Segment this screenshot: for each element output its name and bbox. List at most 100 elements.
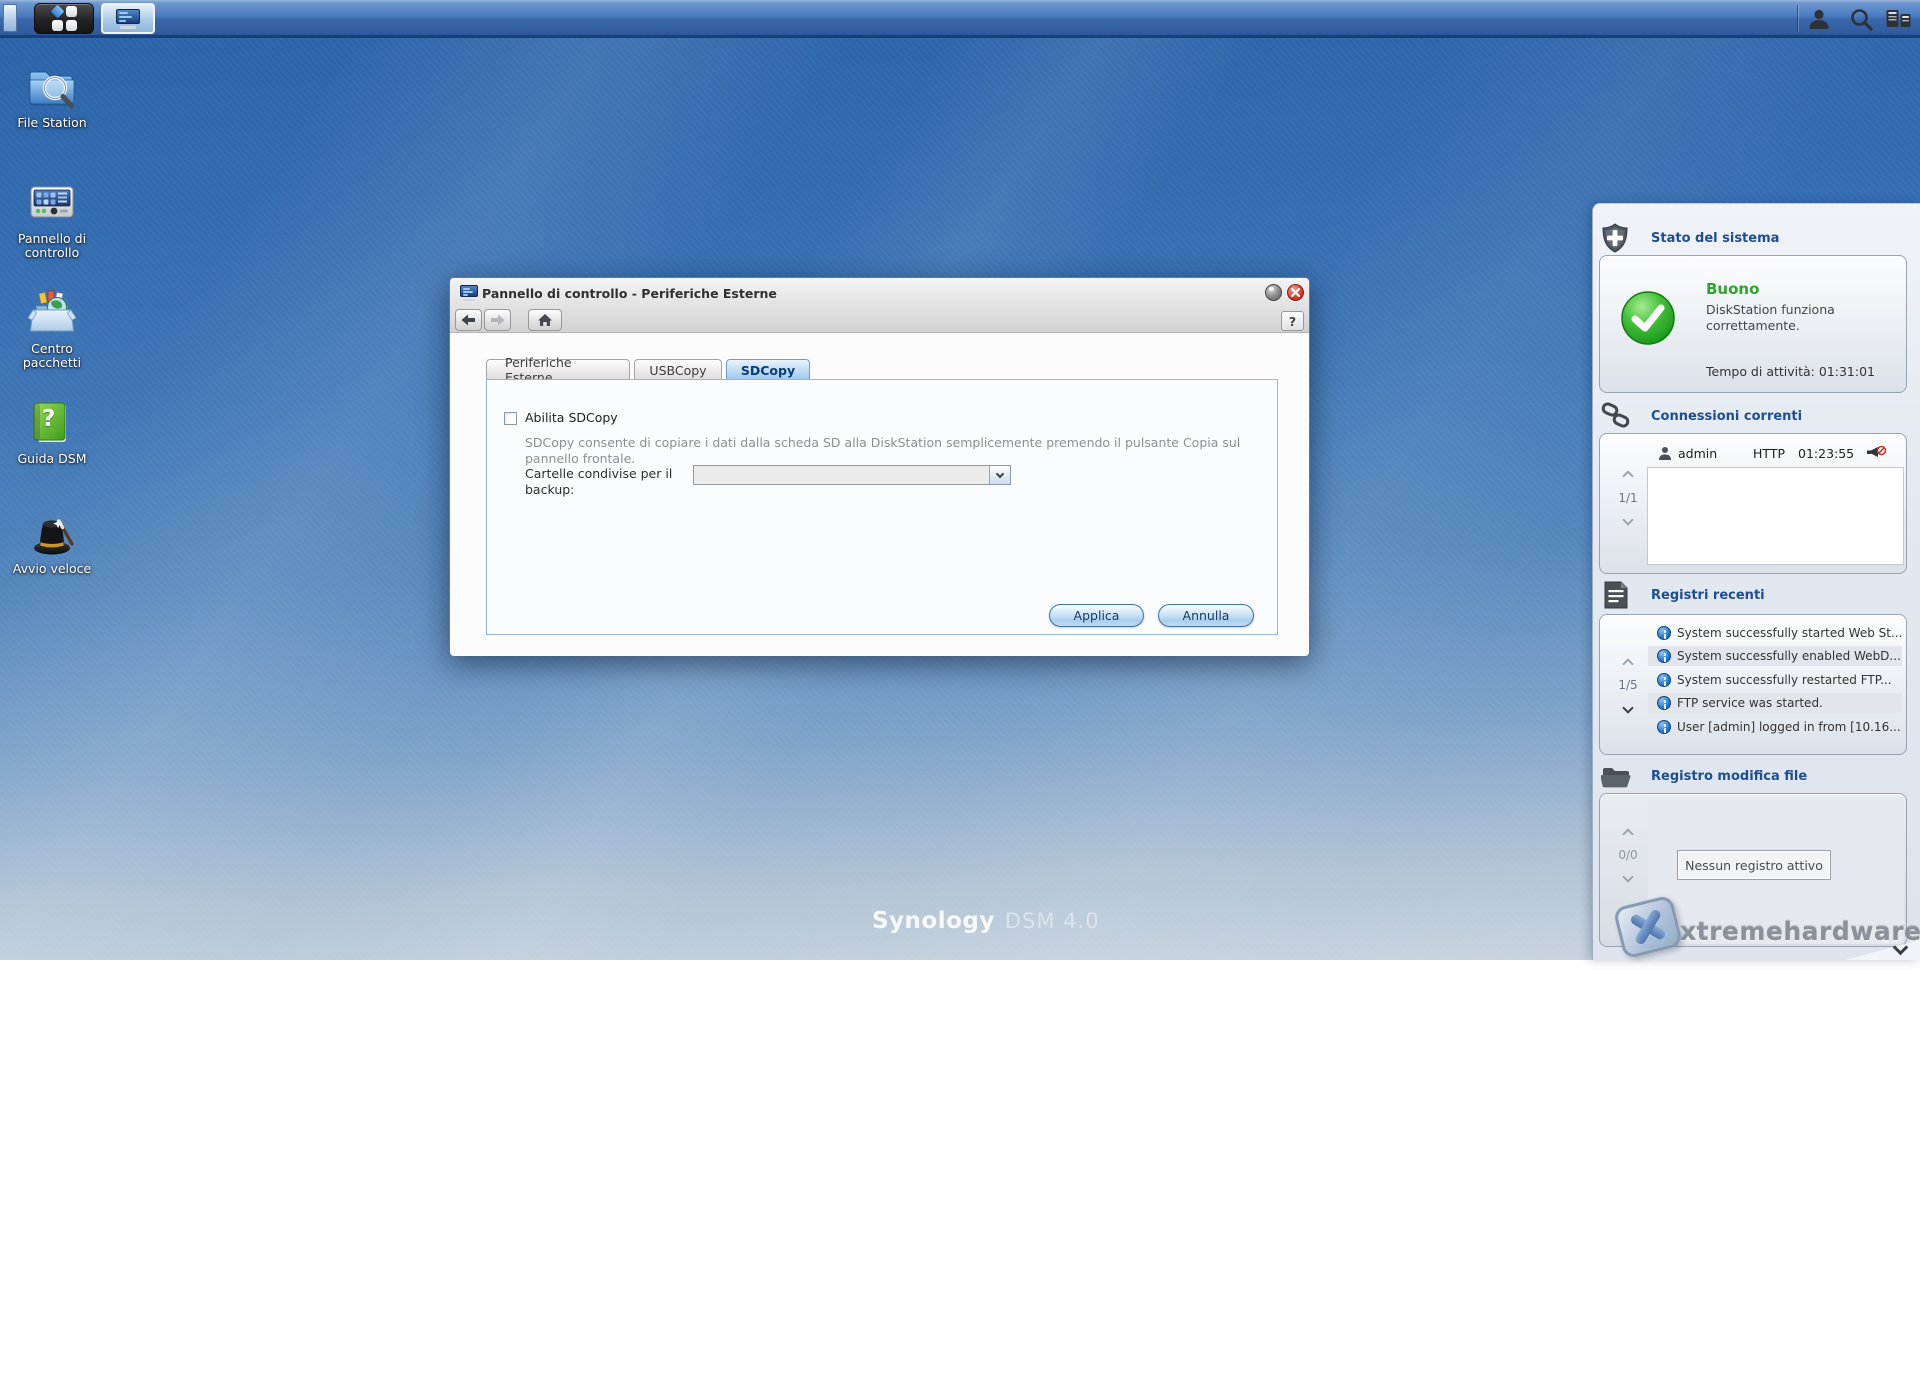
- file-station-icon: [27, 62, 77, 112]
- user-menu-button[interactable]: [1805, 6, 1833, 32]
- file-log-page-up[interactable]: [1610, 827, 1646, 841]
- log-row[interactable]: System successfully enabled WebD...: [1648, 646, 1902, 666]
- connection-protocol: HTTP: [1753, 446, 1785, 461]
- desktop-icon-quick-start[interactable]: Avvio veloce: [0, 508, 104, 576]
- dialog-title: Pannello di controllo - Periferiche Este…: [482, 286, 777, 301]
- file-change-log-header: Registro modifica file: [1601, 763, 1807, 789]
- pilot-view-button[interactable]: [1884, 6, 1912, 32]
- kick-connection-icon[interactable]: [1865, 445, 1887, 462]
- panel-collapse-button[interactable]: [1895, 941, 1906, 956]
- dropdown-arrow-button[interactable]: [989, 466, 1010, 484]
- log-document-icon: [1603, 580, 1629, 610]
- desktop-icon-package-center[interactable]: Centro pacchetti: [0, 288, 104, 370]
- link-icon: [1601, 402, 1631, 430]
- connections-page-down[interactable]: [1610, 513, 1646, 527]
- recent-logs-card: System successfully started Web St... Sy…: [1599, 614, 1907, 755]
- backup-folder-dropdown[interactable]: [693, 465, 1011, 485]
- close-button[interactable]: [1287, 284, 1304, 301]
- status-ok-icon: [1620, 290, 1676, 346]
- desktop-icon-control-panel[interactable]: Pannello di controllo: [0, 178, 104, 260]
- home-button[interactable]: [528, 309, 562, 331]
- log-row[interactable]: User [admin] logged in from [10.16...: [1648, 717, 1902, 737]
- taskbar: [0, 0, 1920, 38]
- log-row[interactable]: System successfully started Web St...: [1648, 623, 1902, 643]
- chevron-down-icon: [996, 469, 1004, 477]
- desktop-icon-label: Guida DSM: [6, 452, 98, 466]
- desktop-icon-dsm-help[interactable]: ? Guida DSM: [0, 398, 104, 466]
- connections-header: Connessioni correnti: [1601, 402, 1802, 430]
- dialog-title-bar[interactable]: Pannello di controllo - Periferiche Este…: [450, 278, 1309, 333]
- back-icon: [461, 314, 476, 326]
- log-text: System successfully restarted FTP...: [1677, 673, 1892, 687]
- apply-button[interactable]: Applica: [1049, 604, 1144, 627]
- package-center-icon: [27, 288, 77, 338]
- taskbar-divider: [1797, 5, 1798, 32]
- search-button[interactable]: [1847, 6, 1875, 32]
- search-icon: [1849, 7, 1874, 32]
- panel-corner-wedge: [1845, 940, 1920, 960]
- dialog-content: Periferiche Esterne USBCopy SDCopy Abili…: [450, 334, 1309, 656]
- log-text: User [admin] logged in from [10.16...: [1677, 720, 1901, 734]
- user-icon: [1658, 446, 1672, 461]
- dsm-help-icon: ?: [27, 398, 77, 448]
- back-button[interactable]: [455, 309, 482, 331]
- sdcopy-panel: Abilita SDCopy SDCopy consente di copiar…: [486, 379, 1278, 635]
- connections-card: admin HTTP 01:23:55 1/1: [1599, 433, 1907, 574]
- widget-panel: Stato del sistema Buono DiskStation funz…: [1592, 203, 1920, 960]
- info-icon: [1657, 696, 1671, 710]
- forward-icon: [490, 314, 505, 326]
- cancel-button[interactable]: Annulla: [1158, 604, 1254, 627]
- logs-page-up[interactable]: [1610, 657, 1646, 671]
- pin-button[interactable]: [1265, 284, 1282, 301]
- recent-logs-header: Registri recenti: [1603, 580, 1765, 610]
- tab-bar: Periferiche Esterne USBCopy SDCopy: [486, 358, 814, 380]
- widget-title: Registro modifica file: [1651, 769, 1807, 784]
- chevron-down-icon: [1893, 940, 1909, 956]
- tab-usbcopy[interactable]: USBCopy: [634, 359, 722, 380]
- chevron-up-icon: [1622, 658, 1633, 669]
- connections-page-up[interactable]: [1610, 469, 1646, 483]
- connections-pager-label: 1/1: [1610, 491, 1646, 505]
- chevron-down-icon: [1622, 514, 1633, 525]
- chevron-down-icon: [1622, 871, 1633, 882]
- forward-button[interactable]: [484, 309, 511, 331]
- desktop-icon-label: Centro pacchetti: [6, 342, 98, 370]
- close-icon: [1291, 288, 1300, 297]
- main-menu-icon: [52, 6, 77, 31]
- desktop-icon-label: Avvio veloce: [6, 562, 98, 576]
- log-row[interactable]: FTP service was started.: [1648, 693, 1902, 713]
- file-log-pager-label: 0/0: [1610, 848, 1646, 862]
- system-status-card: Buono DiskStation funziona correttamente…: [1599, 255, 1907, 393]
- help-button[interactable]: ?: [1281, 311, 1304, 331]
- desktop-icon-label: Pannello di controllo: [6, 232, 98, 260]
- logs-page-down[interactable]: [1610, 701, 1646, 715]
- logs-pager-label: 1/5: [1610, 678, 1646, 692]
- backup-folder-label: Cartelle condivise per il backup:: [525, 466, 695, 497]
- brand-text: Synology: [872, 908, 995, 934]
- chevron-up-icon: [1622, 470, 1633, 481]
- no-active-log-message: Nessun registro attivo: [1677, 850, 1831, 880]
- tab-periferiche-esterne[interactable]: Periferiche Esterne: [486, 359, 630, 380]
- taskbar-window-button-control-panel[interactable]: [101, 3, 155, 34]
- log-row[interactable]: System successfully restarted FTP...: [1648, 670, 1902, 690]
- main-menu-button[interactable]: [34, 3, 94, 34]
- enable-sdcopy-checkbox[interactable]: [504, 412, 517, 425]
- show-desktop-button[interactable]: [3, 4, 17, 32]
- connection-row[interactable]: admin HTTP 01:23:55: [1650, 443, 1900, 465]
- connections-list: [1647, 467, 1904, 565]
- desktop-icon-file-station[interactable]: File Station: [0, 62, 104, 130]
- folder-icon: [1601, 763, 1631, 789]
- tab-sdcopy[interactable]: SDCopy: [726, 359, 810, 380]
- info-icon: [1657, 673, 1671, 687]
- desktop-icon-label: File Station: [6, 116, 98, 130]
- dialog-title-icon: [460, 285, 478, 301]
- file-change-log-card: Nessun registro attivo 0/0: [1599, 793, 1907, 947]
- control-panel-window-icon: [116, 9, 140, 29]
- pilot-view-icon: [1885, 7, 1912, 31]
- control-panel-icon: [27, 178, 77, 228]
- control-panel-dialog: Pannello di controllo - Periferiche Este…: [449, 277, 1310, 656]
- synology-watermark: SynologyDSM 4.0: [872, 908, 1100, 934]
- connection-time: 01:23:55: [1798, 446, 1854, 461]
- file-log-page-down[interactable]: [1610, 870, 1646, 884]
- log-text: FTP service was started.: [1677, 696, 1823, 710]
